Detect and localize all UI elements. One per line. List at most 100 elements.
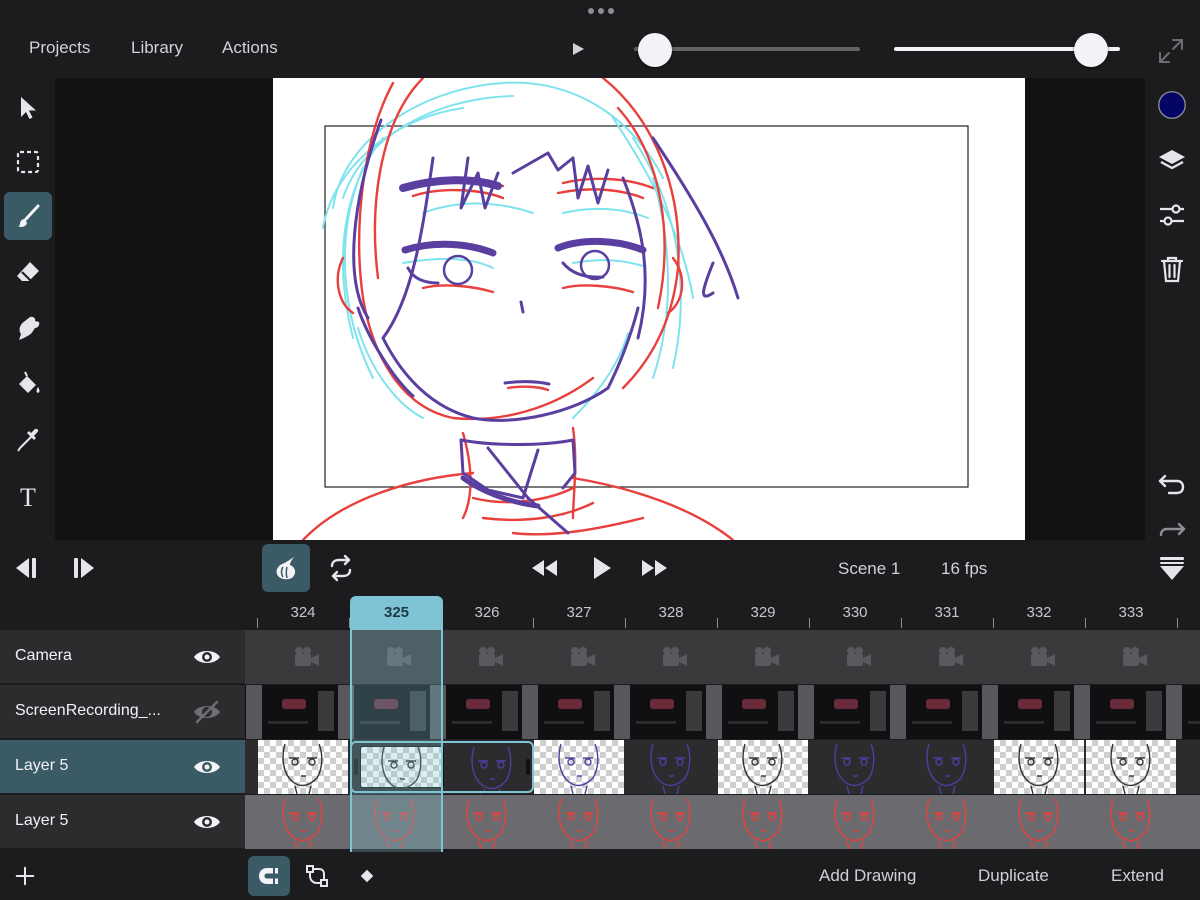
sketch-cell[interactable]: [626, 795, 716, 849]
opacity-knob[interactable]: [1074, 33, 1109, 67]
eraser-tool[interactable]: [4, 248, 52, 296]
sketch-cell[interactable]: [1178, 795, 1200, 849]
rewind-button[interactable]: [526, 550, 562, 586]
layer5-active-track[interactable]: [245, 740, 1200, 794]
select-arrow-icon: [21, 97, 36, 119]
recording-thumbnail: [245, 685, 246, 739]
duplicate-button[interactable]: Duplicate: [978, 866, 1049, 886]
scene-label[interactable]: Scene 1: [838, 559, 900, 579]
character-sketch: [301, 78, 969, 540]
menu-projects[interactable]: Projects: [29, 38, 90, 58]
layer-row-layer5-active[interactable]: Layer 5: [0, 740, 245, 794]
play-button[interactable]: [583, 550, 619, 586]
frame-number[interactable]: 332: [993, 604, 1085, 621]
menu-library[interactable]: Library: [131, 38, 183, 58]
drawing-cell[interactable]: [902, 740, 992, 794]
sketch-cell[interactable]: [810, 795, 900, 849]
eyedropper-tool[interactable]: [4, 416, 52, 464]
fps-label[interactable]: 16 fps: [941, 559, 987, 579]
frame-number[interactable]: 327: [533, 604, 625, 621]
frame-number[interactable]: 329: [717, 604, 809, 621]
add-layer-button[interactable]: [4, 856, 46, 896]
redo-button[interactable]: [1155, 522, 1189, 540]
eye-icon[interactable]: [192, 809, 222, 835]
collapse-timeline-button[interactable]: [1154, 550, 1190, 586]
camera-keyframe-icon: [847, 647, 871, 666]
fast-forward-button[interactable]: [637, 550, 673, 586]
previous-keyframe-button[interactable]: [8, 550, 44, 586]
next-keyframe-button[interactable]: [66, 550, 102, 586]
undo-icon: [1158, 474, 1185, 495]
transport-bar: Scene 1 16 fps: [0, 540, 1200, 596]
camera-track[interactable]: [245, 630, 1200, 684]
drawing-cell[interactable]: [810, 740, 900, 794]
motion-path-button[interactable]: [296, 856, 338, 896]
sketch-cell[interactable]: [994, 795, 1084, 849]
frame-scrub-knob[interactable]: [637, 33, 672, 67]
frame-number[interactable]: 331: [901, 604, 993, 621]
add-drawing-button[interactable]: Add Drawing: [819, 866, 916, 886]
onion-skin-button[interactable]: [262, 544, 310, 592]
grabber-dots-icon[interactable]: [588, 6, 614, 16]
eye-icon[interactable]: [192, 754, 222, 780]
sketch-cell[interactable]: [534, 795, 624, 849]
text-tool[interactable]: T: [4, 472, 52, 520]
layer-name: ScreenRecording_...: [15, 702, 161, 719]
recording-thumbnail: [262, 685, 338, 739]
eye-hidden-icon[interactable]: [192, 699, 222, 725]
drawing-cell[interactable]: [534, 740, 624, 794]
recording-thumbnail: [354, 685, 430, 739]
fill-tool[interactable]: [4, 360, 52, 408]
selected-drawing-exposure[interactable]: [350, 741, 534, 793]
screen-recording-track[interactable]: [245, 685, 1200, 739]
sketch-cell[interactable]: [350, 795, 440, 849]
frame-number[interactable]: 328: [625, 604, 717, 621]
smudge-tool[interactable]: [4, 304, 52, 352]
snap-magnet-button[interactable]: [248, 856, 290, 896]
expand-icon[interactable]: [1156, 36, 1186, 66]
drawing-cell[interactable]: [1086, 740, 1176, 794]
drawing-cell[interactable]: [718, 740, 808, 794]
marquee-tool[interactable]: [4, 138, 52, 186]
sketch-cell[interactable]: [442, 795, 532, 849]
drawing-cell[interactable]: [258, 740, 348, 794]
drawing-cell[interactable]: [626, 740, 716, 794]
sketch-cell[interactable]: [258, 795, 348, 849]
ruler-tick: [1085, 618, 1086, 628]
brush-icon: [18, 204, 40, 227]
sketch-cell[interactable]: [1086, 795, 1176, 849]
play-preview-icon[interactable]: [570, 40, 586, 58]
step-forward-icon: [74, 558, 94, 578]
keyframe-button[interactable]: [346, 856, 388, 896]
drawing-canvas[interactable]: [273, 78, 1025, 540]
brush-tool[interactable]: [4, 192, 52, 240]
layers-button[interactable]: [1155, 144, 1189, 178]
sketch-cell[interactable]: [902, 795, 992, 849]
layer5-track[interactable]: [245, 795, 1200, 849]
frame-number[interactable]: 324: [257, 604, 349, 621]
frame-number[interactable]: 326: [441, 604, 533, 621]
drawing-cell[interactable]: [994, 740, 1084, 794]
frame-number[interactable]: 330: [809, 604, 901, 621]
frame-number[interactable]: 333: [1085, 604, 1177, 621]
adjustments-button[interactable]: [1155, 198, 1189, 232]
bottom-bar: Add Drawing Duplicate Extend: [0, 852, 1200, 900]
keyframe-diamond-icon: [360, 869, 374, 883]
ruler-tick: [901, 618, 902, 628]
eye-icon[interactable]: [192, 644, 222, 670]
select-tool[interactable]: [4, 84, 52, 132]
delete-button[interactable]: [1155, 252, 1189, 286]
undo-button[interactable]: [1155, 466, 1189, 500]
color-swatch-button[interactable]: [1155, 88, 1189, 122]
loop-button[interactable]: [323, 550, 359, 586]
layer-row-screen-recording[interactable]: ScreenRecording_...: [0, 685, 245, 739]
sketch-cell[interactable]: [718, 795, 808, 849]
camera-keyframe-icon: [387, 647, 411, 666]
extend-button[interactable]: Extend: [1111, 866, 1164, 886]
menu-actions[interactable]: Actions: [222, 38, 278, 58]
layer-row-camera[interactable]: Camera: [0, 630, 245, 684]
layer-row-layer5[interactable]: Layer 5: [0, 795, 245, 849]
canvas-area[interactable]: [55, 78, 1145, 540]
eraser-icon: [17, 262, 39, 282]
frame-ruler[interactable]: 324 326 327 328 329 330 331 332 333: [245, 596, 1200, 630]
